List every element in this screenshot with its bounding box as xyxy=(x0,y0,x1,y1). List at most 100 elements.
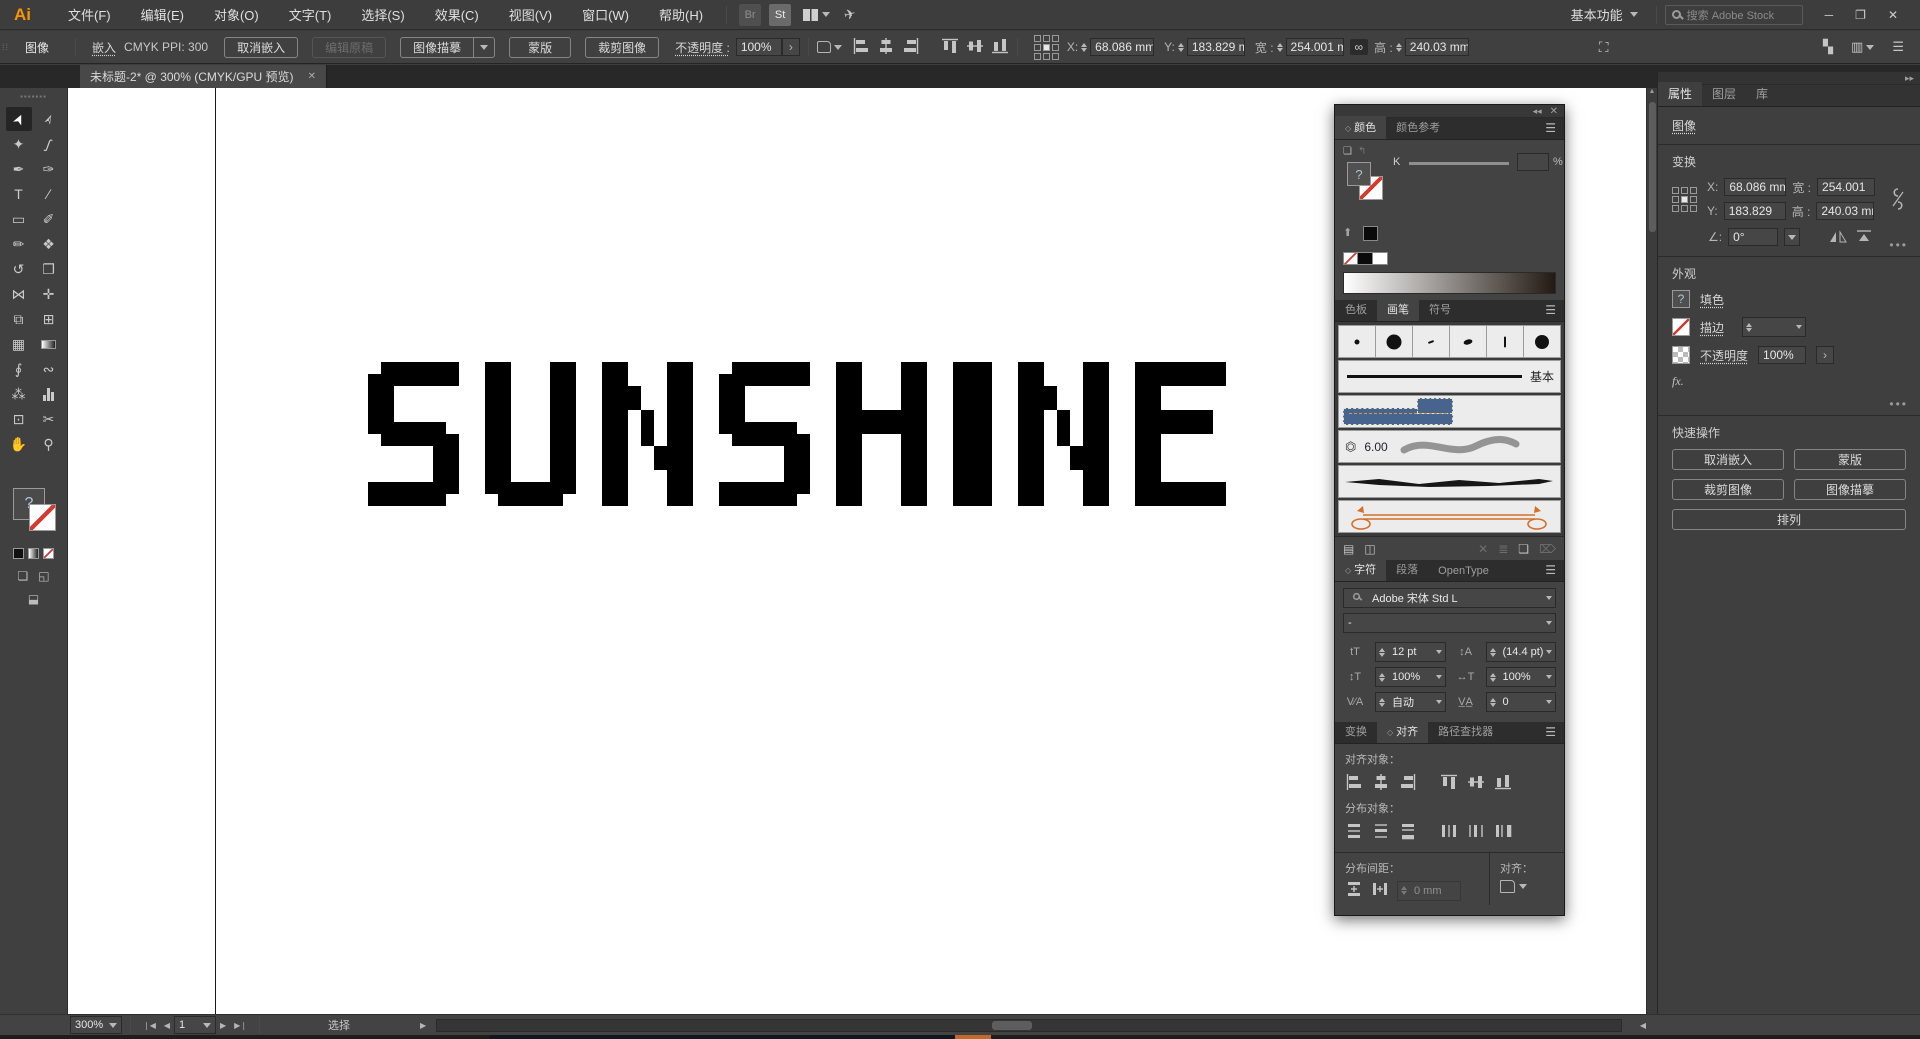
magic-wand-tool[interactable]: ✦ xyxy=(6,132,32,156)
brush-libraries-icon[interactable]: ▤ xyxy=(1343,542,1354,556)
artboard-tool[interactable]: ⊡ xyxy=(6,407,32,431)
embed-link[interactable]: 嵌入 xyxy=(92,39,116,56)
k-slider[interactable] xyxy=(1409,162,1509,165)
draw-behind-icon[interactable]: ◱ xyxy=(38,569,49,583)
distribute-center-h-button[interactable] xyxy=(1467,822,1485,840)
stroke-label[interactable]: 描边 xyxy=(1700,319,1724,336)
arrange-documents-button[interactable] xyxy=(803,9,830,21)
brush-row-basic[interactable]: 基本 xyxy=(1338,360,1561,393)
align-left-button[interactable] xyxy=(852,37,870,58)
stock-search-input[interactable]: 搜索 Adobe Stock xyxy=(1665,5,1803,25)
rotate-tool[interactable]: ↺ xyxy=(6,257,32,281)
scroll-right-icon[interactable]: ◀ xyxy=(1636,1021,1650,1030)
tab-symbols[interactable]: 符号 xyxy=(1419,298,1461,321)
menu-effect[interactable]: 效果(C) xyxy=(420,5,494,24)
last-color-icon[interactable]: ⬆ xyxy=(1343,226,1352,239)
opacity-label[interactable]: 不透明度 : xyxy=(675,39,730,56)
distribute-top-button[interactable] xyxy=(1345,822,1363,840)
color-button[interactable] xyxy=(13,548,24,559)
share-rocket-icon[interactable]: ✈ xyxy=(842,5,858,24)
stock-button[interactable]: St xyxy=(769,4,791,26)
mask-button[interactable]: 蒙版 xyxy=(1794,449,1906,470)
horizontal-scale-field[interactable]: 100% xyxy=(1486,667,1557,687)
rectangle-tool[interactable]: ▭ xyxy=(6,207,32,231)
previous-artboard-button[interactable]: ◀ xyxy=(160,1021,174,1030)
panel-menu-icon[interactable]: ☰ xyxy=(1537,725,1564,743)
line-segment-tool[interactable]: ∕ xyxy=(36,182,62,206)
vertical-scrollbar[interactable]: ▲ xyxy=(1646,88,1657,1014)
brush-row-calligraphic[interactable] xyxy=(1338,325,1561,358)
constrain-proportions-link-icon[interactable]: ∞ xyxy=(1350,39,1369,55)
paintbrush-tool[interactable]: ✐ xyxy=(36,207,62,231)
pen-tool[interactable]: ✒ xyxy=(6,157,32,181)
first-artboard-button[interactable]: ❘◀ xyxy=(139,1021,160,1030)
swatch-none[interactable] xyxy=(1343,252,1358,265)
last-artboard-button[interactable]: ▶❘ xyxy=(230,1021,251,1030)
align-right-button[interactable] xyxy=(902,37,920,58)
angle-field[interactable]: 0° xyxy=(1728,228,1778,246)
screen-mode-icon[interactable]: ⬓ xyxy=(28,592,39,606)
width-tool[interactable]: ⋈ xyxy=(6,282,32,306)
free-transform-icon[interactable]: ⛶ xyxy=(1599,39,1609,56)
horizontal-scrollbar[interactable] xyxy=(436,1019,1622,1032)
document-tab[interactable]: 未标题-2* @ 300% (CMYK/GPU 预览) ✕ xyxy=(80,65,327,88)
column-graph-tool[interactable] xyxy=(36,382,62,406)
last-color-swatch[interactable] xyxy=(1363,226,1378,241)
window-restore-button[interactable]: ❐ xyxy=(1855,8,1866,22)
font-size-field[interactable]: 12 pt xyxy=(1375,642,1446,662)
menu-view[interactable]: 视图(V) xyxy=(494,5,567,24)
stroke-swatch[interactable] xyxy=(1672,318,1690,336)
fill-proxy-swatch[interactable]: ? xyxy=(1347,162,1371,186)
selection-tool[interactable]: ➤ xyxy=(6,107,32,131)
menu-select[interactable]: 选择(S) xyxy=(346,5,419,24)
artboard-number-dropdown[interactable]: 1 xyxy=(174,1016,216,1034)
shape-builder-tool[interactable]: ⧉ xyxy=(6,307,32,331)
fx-button[interactable]: fx. xyxy=(1672,374,1906,389)
tab-properties[interactable]: 属性 xyxy=(1658,82,1702,106)
toolbar-grip[interactable]: ▪▪▪▪▪▪▪ xyxy=(0,88,67,101)
menu-file[interactable]: 文件(F) xyxy=(53,5,126,24)
flip-horizontal-icon[interactable] xyxy=(1828,229,1848,245)
dock-arrange-dropdown[interactable]: ▥ xyxy=(1851,39,1874,55)
tab-layers[interactable]: 图层 xyxy=(1702,82,1746,106)
swatch-white[interactable] xyxy=(1373,252,1388,265)
new-brush-icon[interactable]: ❏ xyxy=(1518,542,1529,556)
fill-stroke-mini-icon[interactable]: ❏↰ xyxy=(1343,146,1366,157)
height-field[interactable]: 240.03 mm xyxy=(1405,38,1469,56)
collapse-dock-icon[interactable]: ▸▸ xyxy=(1905,73,1914,84)
align-left-button[interactable] xyxy=(1345,773,1363,791)
next-artboard-button[interactable]: ▶ xyxy=(216,1021,230,1030)
width-field[interactable]: 254.001 xyxy=(1817,178,1875,196)
leading-field[interactable]: (14.4 pt) xyxy=(1486,642,1557,662)
symbol-sprayer-tool[interactable]: ⁂ xyxy=(6,382,32,406)
kerning-field[interactable]: 自动 xyxy=(1375,692,1446,712)
width-field[interactable]: 254.001 mm xyxy=(1286,38,1344,56)
vertical-scale-field[interactable]: 100% xyxy=(1375,667,1446,687)
tab-color-guide[interactable]: 颜色参考 xyxy=(1386,116,1450,139)
brush-row-bristle[interactable]: ⏣ 6.00 xyxy=(1338,430,1561,463)
tab-transform[interactable]: 变换 xyxy=(1335,720,1377,743)
tab-brushes[interactable]: 画笔 xyxy=(1377,298,1419,321)
align-to-dropdown[interactable] xyxy=(1490,880,1564,893)
more-options-button[interactable]: ••• xyxy=(1889,397,1908,411)
arrange-button[interactable]: 排列 xyxy=(1672,509,1906,530)
tab-color[interactable]: ◇颜色 xyxy=(1335,116,1386,139)
align-top-button[interactable] xyxy=(941,37,959,58)
height-stepper[interactable] xyxy=(1393,43,1405,52)
direct-selection-tool[interactable]: ➣ xyxy=(36,107,62,131)
collapse-panel-icon[interactable]: ◂◂ xyxy=(1533,106,1542,117)
menu-help[interactable]: 帮助(H) xyxy=(644,5,718,24)
y-stepper[interactable] xyxy=(1175,43,1187,52)
menu-window[interactable]: 窗口(W) xyxy=(567,5,644,24)
align-center-v-button[interactable] xyxy=(1467,773,1485,791)
blend-tool[interactable]: ∾ xyxy=(36,357,62,381)
type-tool[interactable]: T xyxy=(6,182,32,206)
stroke-weight-field[interactable] xyxy=(1742,317,1806,337)
y-field[interactable]: 183.829 xyxy=(1724,202,1786,220)
x-field[interactable]: 68.086 mm xyxy=(1090,38,1154,56)
align-bottom-button[interactable] xyxy=(991,37,1009,58)
gradient-button[interactable] xyxy=(28,548,39,559)
opacity-expand-button[interactable]: › xyxy=(1816,346,1834,364)
panel-menu-icon[interactable]: ☰ xyxy=(1537,563,1564,581)
close-panel-icon[interactable]: ✕ xyxy=(1550,106,1558,117)
